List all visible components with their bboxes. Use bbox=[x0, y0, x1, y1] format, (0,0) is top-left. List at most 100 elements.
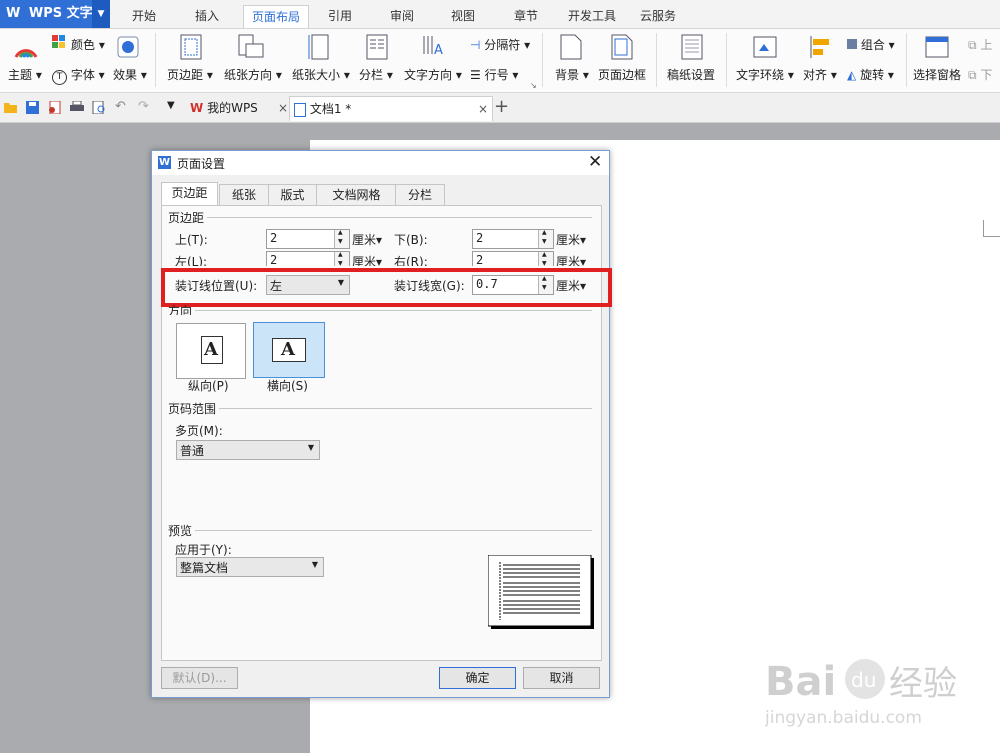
bring-forward-button[interactable]: ⧉ 上 bbox=[968, 36, 992, 53]
close-icon[interactable]: × bbox=[278, 96, 288, 120]
orientation-button[interactable]: 纸张方向 ▾ bbox=[224, 66, 282, 83]
svg-text:Bai: Bai bbox=[765, 659, 836, 705]
ok-button[interactable]: 确定 bbox=[439, 667, 516, 689]
ribbon-separator bbox=[726, 33, 727, 87]
ribbon-separator bbox=[542, 33, 543, 87]
spin-arrows-icon[interactable] bbox=[538, 252, 553, 266]
text-direction-icon: A bbox=[423, 36, 443, 58]
tab-layout[interactable]: 版式 bbox=[268, 184, 317, 206]
color-button[interactable]: 颜色 ▾ bbox=[71, 36, 105, 53]
group-button[interactable]: 组合 ▾ bbox=[847, 36, 895, 53]
divider bbox=[195, 310, 592, 311]
theme-button[interactable]: 主题 ▾ bbox=[8, 66, 42, 83]
dialog-launcher-icon[interactable]: ↘ bbox=[530, 81, 537, 90]
selection-pane-button[interactable]: 选择窗格 bbox=[913, 66, 961, 83]
tab-paper[interactable]: 纸张 bbox=[219, 184, 269, 206]
wrap-text-button[interactable]: 文字环绕 ▾ bbox=[736, 66, 794, 83]
spin-arrows-icon[interactable] bbox=[538, 229, 553, 248]
ribbon-separator bbox=[906, 33, 907, 87]
tab-developer[interactable]: 开发工具 bbox=[560, 5, 624, 27]
font-button[interactable]: T 字体 ▾ bbox=[52, 66, 105, 85]
color-palette-icon bbox=[52, 35, 65, 48]
svg-text:du: du bbox=[851, 668, 876, 692]
bottom-margin-stepper[interactable]: 2 bbox=[472, 229, 554, 249]
default-button[interactable]: 默认(D)... bbox=[161, 667, 238, 689]
margins-button[interactable]: 页边距 ▾ bbox=[167, 66, 213, 83]
left-margin-label: 左(L): bbox=[175, 255, 208, 266]
document-icon bbox=[294, 102, 306, 117]
background-button[interactable]: 背景 ▾ bbox=[555, 66, 589, 83]
top-margin-stepper[interactable]: 2 bbox=[266, 229, 350, 249]
baidu-watermark-logo: Bai du 经验 jingyan.baidu.com bbox=[765, 659, 957, 728]
effect-icon bbox=[117, 36, 139, 58]
effect-button[interactable]: 效果 ▾ bbox=[113, 66, 147, 83]
tab-references[interactable]: 引用 bbox=[320, 5, 360, 27]
cancel-button[interactable]: 取消 bbox=[523, 667, 600, 689]
text-direction-button[interactable]: 文字方向 ▾ bbox=[404, 66, 462, 83]
close-icon[interactable]: ✕ bbox=[588, 152, 602, 172]
tab-my-wps[interactable]: W 我的WPS × bbox=[184, 96, 292, 120]
send-backward-button[interactable]: ⧉ 下 bbox=[968, 66, 992, 83]
line-numbers-button[interactable]: ☰ 行号 ▾ bbox=[470, 66, 518, 83]
quick-access-bar: ↶ ↷ ▼ W 我的WPS × 文档1 * × + bbox=[0, 93, 1000, 123]
align-icon bbox=[810, 36, 829, 58]
multiple-pages-label: 多页(M): bbox=[175, 424, 223, 438]
redo-icon[interactable]: ↷ bbox=[138, 99, 149, 114]
apply-to-label: 应用于(Y): bbox=[175, 543, 232, 557]
right-margin-stepper[interactable]: 2 bbox=[472, 251, 554, 266]
top-margin-unit[interactable]: 厘米▾ bbox=[352, 231, 382, 248]
page-border-button[interactable]: 页面边框 bbox=[598, 66, 646, 83]
right-margin-unit[interactable]: 厘米▾ bbox=[556, 253, 586, 266]
orientation-icon bbox=[238, 34, 264, 58]
customize-dropdown-icon[interactable]: ▼ bbox=[167, 100, 175, 111]
divider bbox=[207, 217, 592, 218]
dialog-title-bar: W 页面设置 ✕ bbox=[152, 151, 609, 175]
portrait-option[interactable]: A bbox=[176, 323, 246, 379]
landscape-label: 横向(S) bbox=[267, 379, 308, 393]
svg-text:jingyan.baidu.com: jingyan.baidu.com bbox=[765, 708, 922, 728]
rotate-button[interactable]: ◭ 旋转 ▾ bbox=[847, 66, 894, 83]
tab-start[interactable]: 开始 bbox=[124, 5, 164, 27]
left-margin-unit[interactable]: 厘米▾ bbox=[352, 253, 382, 266]
manuscript-button[interactable]: 稿纸设置 bbox=[667, 66, 715, 83]
print-preview-icon[interactable] bbox=[92, 101, 106, 114]
tab-review[interactable]: 审阅 bbox=[382, 5, 422, 27]
wps-logo-icon: W bbox=[6, 6, 21, 21]
print-icon[interactable] bbox=[70, 101, 84, 114]
section-orientation-label: 方向 bbox=[168, 304, 193, 315]
export-pdf-icon[interactable] bbox=[48, 101, 62, 114]
breaks-button[interactable]: ⊣ 分隔符 ▾ bbox=[470, 36, 530, 53]
multiple-pages-select[interactable]: 普通 ▼ bbox=[176, 440, 320, 460]
tab-chapter[interactable]: 章节 bbox=[506, 5, 546, 27]
tab-page-layout[interactable]: 页面布局 bbox=[243, 5, 310, 28]
save-icon[interactable] bbox=[26, 101, 40, 114]
align-button[interactable]: 对齐 ▾ bbox=[803, 66, 837, 83]
tab-cloud[interactable]: 云服务 bbox=[632, 5, 684, 27]
wps-w-icon: W bbox=[158, 156, 171, 169]
section-margins-label: 页边距 bbox=[168, 211, 205, 225]
rotate-icon: ◭ bbox=[847, 68, 857, 82]
undo-icon[interactable]: ↶ bbox=[115, 99, 126, 114]
app-menu-button[interactable]: W WPS 文字 ▼ bbox=[0, 0, 110, 28]
triangle-down-icon[interactable]: ▼ bbox=[92, 0, 110, 28]
landscape-option[interactable]: A bbox=[253, 322, 325, 378]
apply-to-select[interactable]: 整篇文档 ▼ bbox=[176, 557, 324, 577]
ribbon-separator bbox=[155, 33, 156, 87]
spin-arrows-icon[interactable] bbox=[334, 252, 349, 266]
ribbon: 主题 ▾ 颜色 ▾ T 字体 ▾ 效果 ▾ 页边距 ▾ 纸张方向 ▾ 纸张大小 … bbox=[0, 29, 1000, 93]
tab-document1[interactable]: 文档1 * × bbox=[289, 96, 493, 121]
tab-columns[interactable]: 分栏 bbox=[395, 184, 445, 206]
new-tab-plus-icon[interactable]: + bbox=[494, 96, 509, 117]
open-folder-icon[interactable] bbox=[4, 101, 18, 114]
tab-margins[interactable]: 页边距 bbox=[161, 182, 218, 206]
left-margin-stepper[interactable]: 2 bbox=[266, 251, 350, 266]
spin-arrows-icon[interactable] bbox=[334, 229, 349, 248]
close-icon[interactable]: × bbox=[478, 97, 488, 121]
break-icon: ⊣ bbox=[470, 38, 481, 52]
page-size-button[interactable]: 纸张大小 ▾ bbox=[292, 66, 350, 83]
tab-insert[interactable]: 插入 bbox=[187, 5, 227, 27]
tab-document-grid[interactable]: 文档网格 bbox=[316, 184, 397, 206]
columns-button[interactable]: 分栏 ▾ bbox=[359, 66, 393, 83]
bottom-margin-unit[interactable]: 厘米▾ bbox=[556, 231, 586, 248]
tab-view[interactable]: 视图 bbox=[443, 5, 483, 27]
